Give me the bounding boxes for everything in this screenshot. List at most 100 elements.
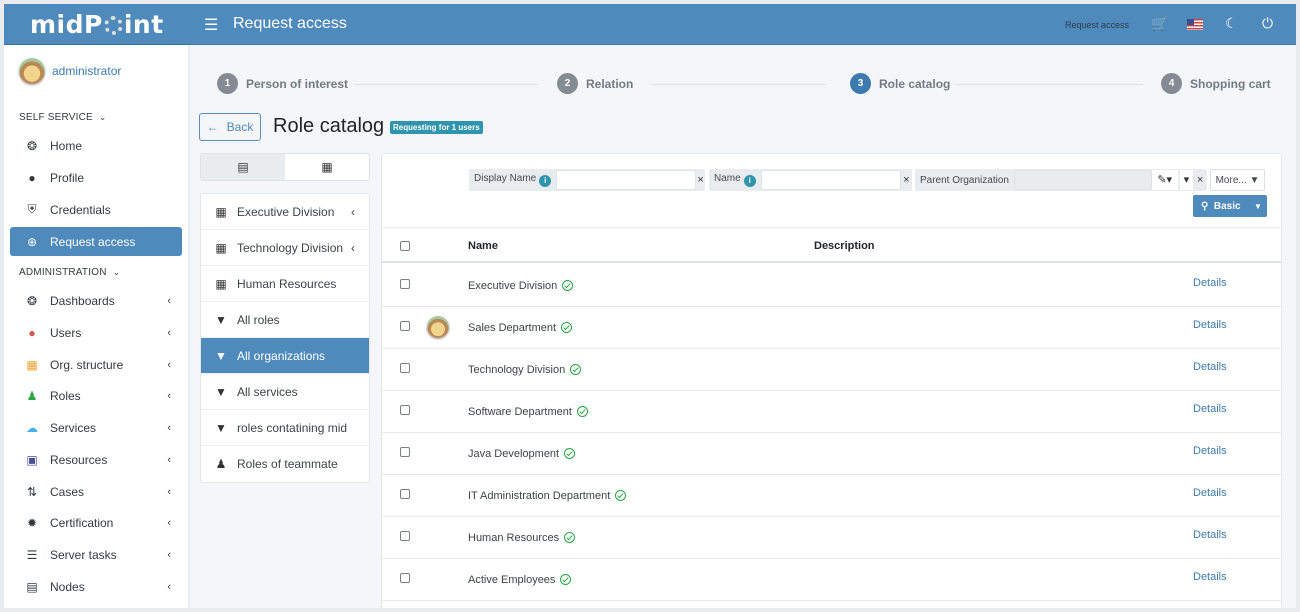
row-name-text: IT Administration Department	[468, 490, 611, 502]
row-checkbox[interactable]	[400, 363, 410, 373]
wizard-step-shopping-cart[interactable]: 4 Shopping cart	[1161, 73, 1271, 94]
row-checkbox[interactable]	[400, 321, 410, 331]
more-filters-button[interactable]: More... ▼	[1210, 169, 1265, 191]
sidebar-item-server-tasks[interactable]: ☰ Server tasks ‹	[10, 540, 182, 569]
sidebar-item-home[interactable]: ❂ Home	[10, 131, 182, 160]
section-administration[interactable]: ADMINISTRATION ⌄	[19, 267, 120, 278]
clear-filter-icon[interactable]: ×	[901, 174, 912, 186]
catalog-item-all-services[interactable]: ▼ All services	[201, 374, 369, 410]
brand-logo[interactable]: midP int	[30, 10, 164, 39]
caret-down-icon: ▼	[1249, 174, 1260, 186]
row-name-text: Sales Department	[468, 322, 557, 334]
catalog-item-label: All services	[237, 384, 298, 399]
sidebar-item-resources[interactable]: ▣ Resources ‹	[10, 445, 182, 474]
back-button[interactable]: ← Back	[199, 113, 261, 141]
avatar	[19, 58, 45, 84]
catalog-item-all-roles[interactable]: ▼ All roles	[201, 302, 369, 338]
arrow-left-icon: ←	[206, 120, 219, 134]
row-name-text: Technology Division	[468, 364, 566, 376]
chevron-left-icon[interactable]: ‹	[351, 241, 355, 255]
building-icon: ▦	[215, 276, 227, 291]
check-circle-icon	[560, 574, 572, 585]
row-avatar	[427, 316, 449, 338]
clear-filter-icon[interactable]: ×	[696, 174, 705, 186]
catalog-item-roles-containing-mid[interactable]: ▼ roles contatining mid	[201, 410, 369, 446]
sidebar-item-nodes[interactable]: ▤ Nodes ‹	[10, 572, 182, 601]
sidebar-item-roles[interactable]: ♟ Roles ‹	[10, 381, 182, 410]
user-name[interactable]: administrator	[52, 64, 121, 78]
basic-label: Basic	[1213, 200, 1241, 212]
row-checkbox[interactable]	[400, 531, 410, 541]
moon-icon[interactable]: ☾	[1225, 15, 1238, 32]
user-panel[interactable]: administrator	[19, 57, 121, 85]
parent-organization-input[interactable]	[1013, 170, 1152, 190]
row-checkbox[interactable]	[400, 279, 410, 289]
header-title: Request access	[233, 15, 347, 32]
header-breadcrumb-link[interactable]: Request access	[1065, 20, 1129, 30]
cases-icon: ⇅	[26, 484, 38, 499]
cart-icon[interactable]: 🛒	[1151, 15, 1168, 32]
wizard-step-relation[interactable]: 2 Relation	[557, 73, 633, 94]
catalog-item-roles-of-teammate[interactable]: ♟ Roles of teammate	[201, 446, 369, 482]
chevron-left-icon[interactable]: ‹	[351, 205, 355, 219]
details-link[interactable]: Details	[1193, 277, 1227, 289]
details-link[interactable]: Details	[1193, 403, 1227, 415]
chevron-left-icon: ‹	[167, 453, 171, 466]
wizard-step-role-catalog[interactable]: 3 Role catalog	[850, 73, 950, 94]
sidebar-item-certification[interactable]: ✹ Certification ‹	[10, 508, 182, 537]
list-view-button[interactable]: ▤	[201, 154, 285, 180]
search-mode-dropdown-icon[interactable]: ▼	[1249, 195, 1267, 217]
row-checkbox[interactable]	[400, 405, 410, 415]
sidebar-item-users[interactable]: ● Users ‹	[10, 318, 182, 347]
row-name: Human Resources	[468, 532, 576, 544]
requesting-badge: Requesting for 1 users	[390, 121, 483, 134]
catalog-item-technology-division[interactable]: ▦ Technology Division ‹	[201, 230, 369, 266]
sidebar-item-request-access[interactable]: ⊕ Request access	[10, 227, 182, 256]
column-header-description[interactable]: Description	[814, 240, 875, 252]
details-link[interactable]: Details	[1193, 361, 1227, 373]
details-link[interactable]: Details	[1193, 319, 1227, 331]
select-all-checkbox[interactable]	[400, 241, 410, 251]
chevron-left-icon: ‹	[167, 485, 171, 498]
sidebar-item-credentials[interactable]: ⛨ Credentials	[10, 195, 182, 224]
filter-label: Display Name i	[469, 173, 556, 187]
catalog-item-human-resources[interactable]: ▦ Human Resources	[201, 266, 369, 302]
details-link[interactable]: Details	[1193, 487, 1227, 499]
sidebar-item-dashboards[interactable]: ❂ Dashboards ‹	[10, 286, 182, 315]
details-link[interactable]: Details	[1193, 571, 1227, 583]
step-label: Shopping cart	[1190, 76, 1271, 91]
power-icon[interactable]: ⏻	[1262, 15, 1273, 32]
page-scrollbar[interactable]	[1284, 45, 1296, 608]
sidebar-item-org-structure[interactable]: ▦ Org. structure ‹	[10, 350, 182, 379]
dropdown-icon[interactable]: ▾	[1179, 170, 1194, 190]
sidebar-item-profile[interactable]: ● Profile	[10, 163, 182, 192]
flag-us-icon[interactable]	[1187, 19, 1203, 30]
catalog-item-executive-division[interactable]: ▦ Executive Division ‹	[201, 194, 369, 230]
name-input[interactable]	[760, 170, 901, 190]
edit-reference-icon[interactable]: ✎▾	[1151, 170, 1178, 190]
filter-parent-organization: Parent Organization ✎▾ ▾ ×	[915, 169, 1207, 191]
step-connector	[955, 84, 1143, 85]
display-name-input[interactable]	[556, 170, 697, 190]
catalog-menu: ▦ Executive Division ‹ ▦ Technology Divi…	[200, 193, 370, 483]
column-header-name[interactable]: Name	[468, 240, 498, 252]
details-link[interactable]: Details	[1193, 445, 1227, 457]
sidebar-item-services[interactable]: ☁ Services ‹	[10, 413, 182, 442]
catalog-item-all-organizations[interactable]: ▼ All organizations	[201, 338, 369, 374]
users-icon: ♟	[215, 457, 227, 471]
row-checkbox[interactable]	[400, 573, 410, 583]
hamburger-menu-icon[interactable]: ☰	[204, 15, 218, 35]
tile-view-button[interactable]: ▦	[285, 154, 369, 180]
table-row: Java Development Details	[382, 433, 1281, 475]
basic-search-button[interactable]: ⚲ Basic ▼	[1193, 195, 1267, 217]
clear-filter-icon[interactable]: ×	[1193, 174, 1207, 186]
section-self-service[interactable]: SELF SERVICE ⌄	[19, 112, 107, 123]
sidebar-item-cases[interactable]: ⇅ Cases ‹	[10, 477, 182, 506]
row-checkbox[interactable]	[400, 447, 410, 457]
table-row: Executive Division Details	[382, 265, 1281, 307]
info-icon[interactable]: i	[539, 175, 552, 187]
info-icon[interactable]: i	[743, 175, 756, 187]
row-checkbox[interactable]	[400, 489, 410, 499]
details-link[interactable]: Details	[1193, 529, 1227, 541]
wizard-step-person-of-interest[interactable]: 1 Person of interest	[217, 73, 348, 94]
